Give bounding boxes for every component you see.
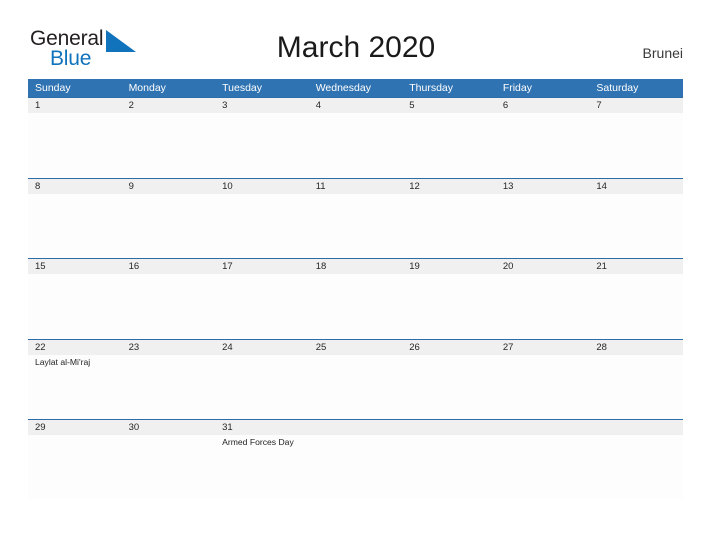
weekday-header-tuesday: Tuesday [222, 82, 263, 94]
day-number [309, 420, 403, 435]
day-number[interactable]: 26 [402, 340, 496, 355]
week-date-band: 29 30 31 [28, 420, 683, 435]
day-event: Armed Forces Day [222, 437, 294, 447]
calendar-page: General Blue March 2020 Brunei Sunday Mo… [0, 0, 712, 550]
week-row: 1 2 3 4 5 6 7 [28, 97, 683, 178]
day-number[interactable]: 31 [215, 420, 309, 435]
day-event [309, 355, 403, 419]
weekday-header-wednesday: Wednesday [315, 82, 371, 94]
day-number[interactable]: 27 [496, 340, 590, 355]
day-event [589, 194, 683, 258]
day-event [28, 274, 122, 338]
country-label: Brunei [642, 45, 683, 61]
day-event [589, 355, 683, 419]
day-number[interactable]: 6 [496, 98, 590, 113]
week-date-band: 8 9 10 11 12 13 14 [28, 178, 683, 194]
day-number[interactable]: 18 [309, 259, 403, 274]
week-event-band [28, 113, 683, 177]
weekday-header-friday: Friday [502, 82, 532, 94]
day-event [122, 435, 216, 499]
day-event [28, 435, 122, 499]
page-title: March 2020 [276, 31, 436, 64]
day-number[interactable]: 4 [309, 98, 403, 113]
weekday-header-row: Sunday Monday Tuesday Wednesday Thursday… [28, 79, 683, 97]
day-number[interactable]: 8 [28, 179, 122, 194]
day-event [496, 355, 590, 419]
day-event [215, 194, 309, 258]
day-number[interactable]: 24 [215, 340, 309, 355]
day-event [28, 194, 122, 258]
day-number[interactable]: 22 [28, 340, 122, 355]
day-event: Laylat al-Mi'raj [35, 356, 91, 367]
calendar-grid: Sunday Monday Tuesday Wednesday Thursday… [28, 79, 683, 500]
day-number[interactable]: 1 [28, 98, 122, 113]
day-event [496, 435, 590, 499]
day-number [496, 420, 590, 435]
day-event [215, 274, 309, 338]
weekday-header-monday: Monday [128, 82, 166, 94]
day-event [215, 113, 309, 177]
day-number[interactable]: 23 [122, 340, 216, 355]
day-event [402, 355, 496, 419]
week-date-band: 15 16 17 18 19 20 21 [28, 259, 683, 274]
day-number[interactable]: 25 [309, 340, 403, 355]
day-event [496, 194, 590, 258]
week-row: 22 23 24 25 26 27 28 Laylat al-Mi'raj [28, 338, 683, 420]
day-event [309, 113, 403, 177]
day-number [589, 420, 683, 435]
day-number[interactable]: 29 [28, 420, 122, 435]
week-event-band [28, 274, 683, 338]
day-event [402, 435, 496, 499]
day-event [28, 113, 122, 177]
day-number [402, 420, 496, 435]
day-number[interactable]: 14 [589, 179, 683, 194]
day-event [122, 355, 216, 419]
week-row: 8 9 10 11 12 13 14 [28, 177, 683, 259]
day-event [309, 194, 403, 258]
day-number[interactable]: 10 [215, 179, 309, 194]
week-date-band: 1 2 3 4 5 6 7 [28, 98, 683, 113]
week-row: 29 30 31 Armed Forces Day [28, 419, 683, 500]
day-number[interactable]: 17 [215, 259, 309, 274]
day-number[interactable]: 3 [215, 98, 309, 113]
day-number[interactable]: 11 [309, 179, 403, 194]
week-event-band: Armed Forces Day [28, 435, 683, 499]
week-row: 15 16 17 18 19 20 21 [28, 258, 683, 339]
day-event [589, 274, 683, 338]
day-event [402, 194, 496, 258]
page-header: General Blue March 2020 Brunei [0, 0, 712, 78]
day-number[interactable]: 20 [496, 259, 590, 274]
day-number[interactable]: 5 [402, 98, 496, 113]
day-number[interactable]: 12 [402, 179, 496, 194]
day-event [589, 435, 683, 499]
day-number[interactable]: 2 [122, 98, 216, 113]
day-number[interactable]: 30 [122, 420, 216, 435]
day-number[interactable]: 9 [122, 179, 216, 194]
day-event [215, 355, 309, 419]
day-number[interactable]: 19 [402, 259, 496, 274]
week-date-band: 22 23 24 25 26 27 28 [28, 339, 683, 355]
day-event [122, 113, 216, 177]
weekday-header-thursday: Thursday [409, 82, 454, 94]
day-number[interactable]: 13 [496, 179, 590, 194]
day-number[interactable]: 16 [122, 259, 216, 274]
day-event [402, 274, 496, 338]
day-event [122, 194, 216, 258]
weekday-header-saturday: Saturday [596, 82, 639, 94]
day-number[interactable]: 28 [589, 340, 683, 355]
week-event-band [28, 193, 683, 258]
day-number[interactable]: 21 [589, 259, 683, 274]
day-event [309, 274, 403, 338]
day-event [309, 435, 403, 499]
day-event [496, 113, 590, 177]
day-event [589, 113, 683, 177]
day-number[interactable]: 15 [28, 259, 122, 274]
day-event [496, 274, 590, 338]
weekday-header-sunday: Sunday [35, 82, 71, 94]
day-event [402, 113, 496, 177]
day-event [122, 274, 216, 338]
week-event-band: Laylat al-Mi'raj [28, 354, 683, 419]
day-number[interactable]: 7 [589, 98, 683, 113]
